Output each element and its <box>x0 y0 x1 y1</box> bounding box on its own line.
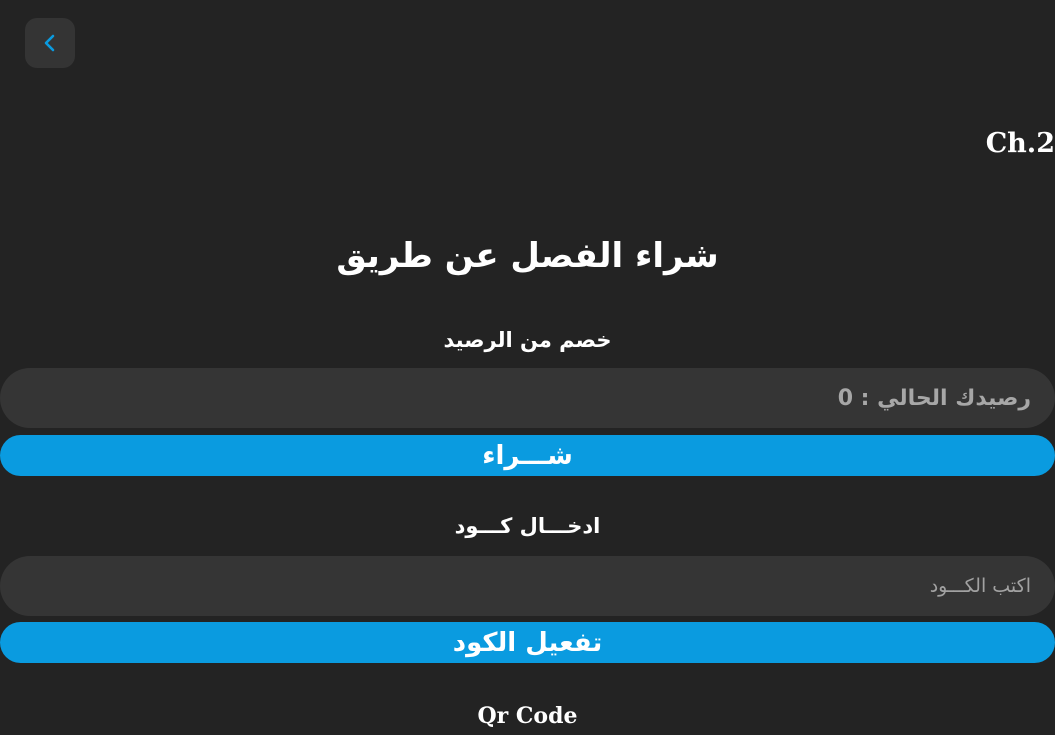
current-balance-field: رصيدك الحالي : 0 <box>0 368 1055 428</box>
current-balance-text: رصيدك الحالي : 0 <box>837 385 1031 411</box>
qr-code-label: Qr Code <box>477 703 578 729</box>
chapter-label: Ch.2 <box>985 128 1055 159</box>
chevron-left-icon <box>42 31 58 55</box>
code-input[interactable] <box>0 575 1031 597</box>
back-button[interactable] <box>25 18 75 68</box>
activate-code-button[interactable]: تفعيل الكود <box>0 622 1055 663</box>
buy-button[interactable]: شـــراء <box>0 435 1055 476</box>
code-input-container[interactable] <box>0 556 1055 616</box>
balance-section-label: خصم من الرصيد <box>443 328 612 352</box>
page-title: شراء الفصل عن طريق <box>336 236 719 276</box>
code-section-label: ادخـــال كـــود <box>454 514 601 538</box>
